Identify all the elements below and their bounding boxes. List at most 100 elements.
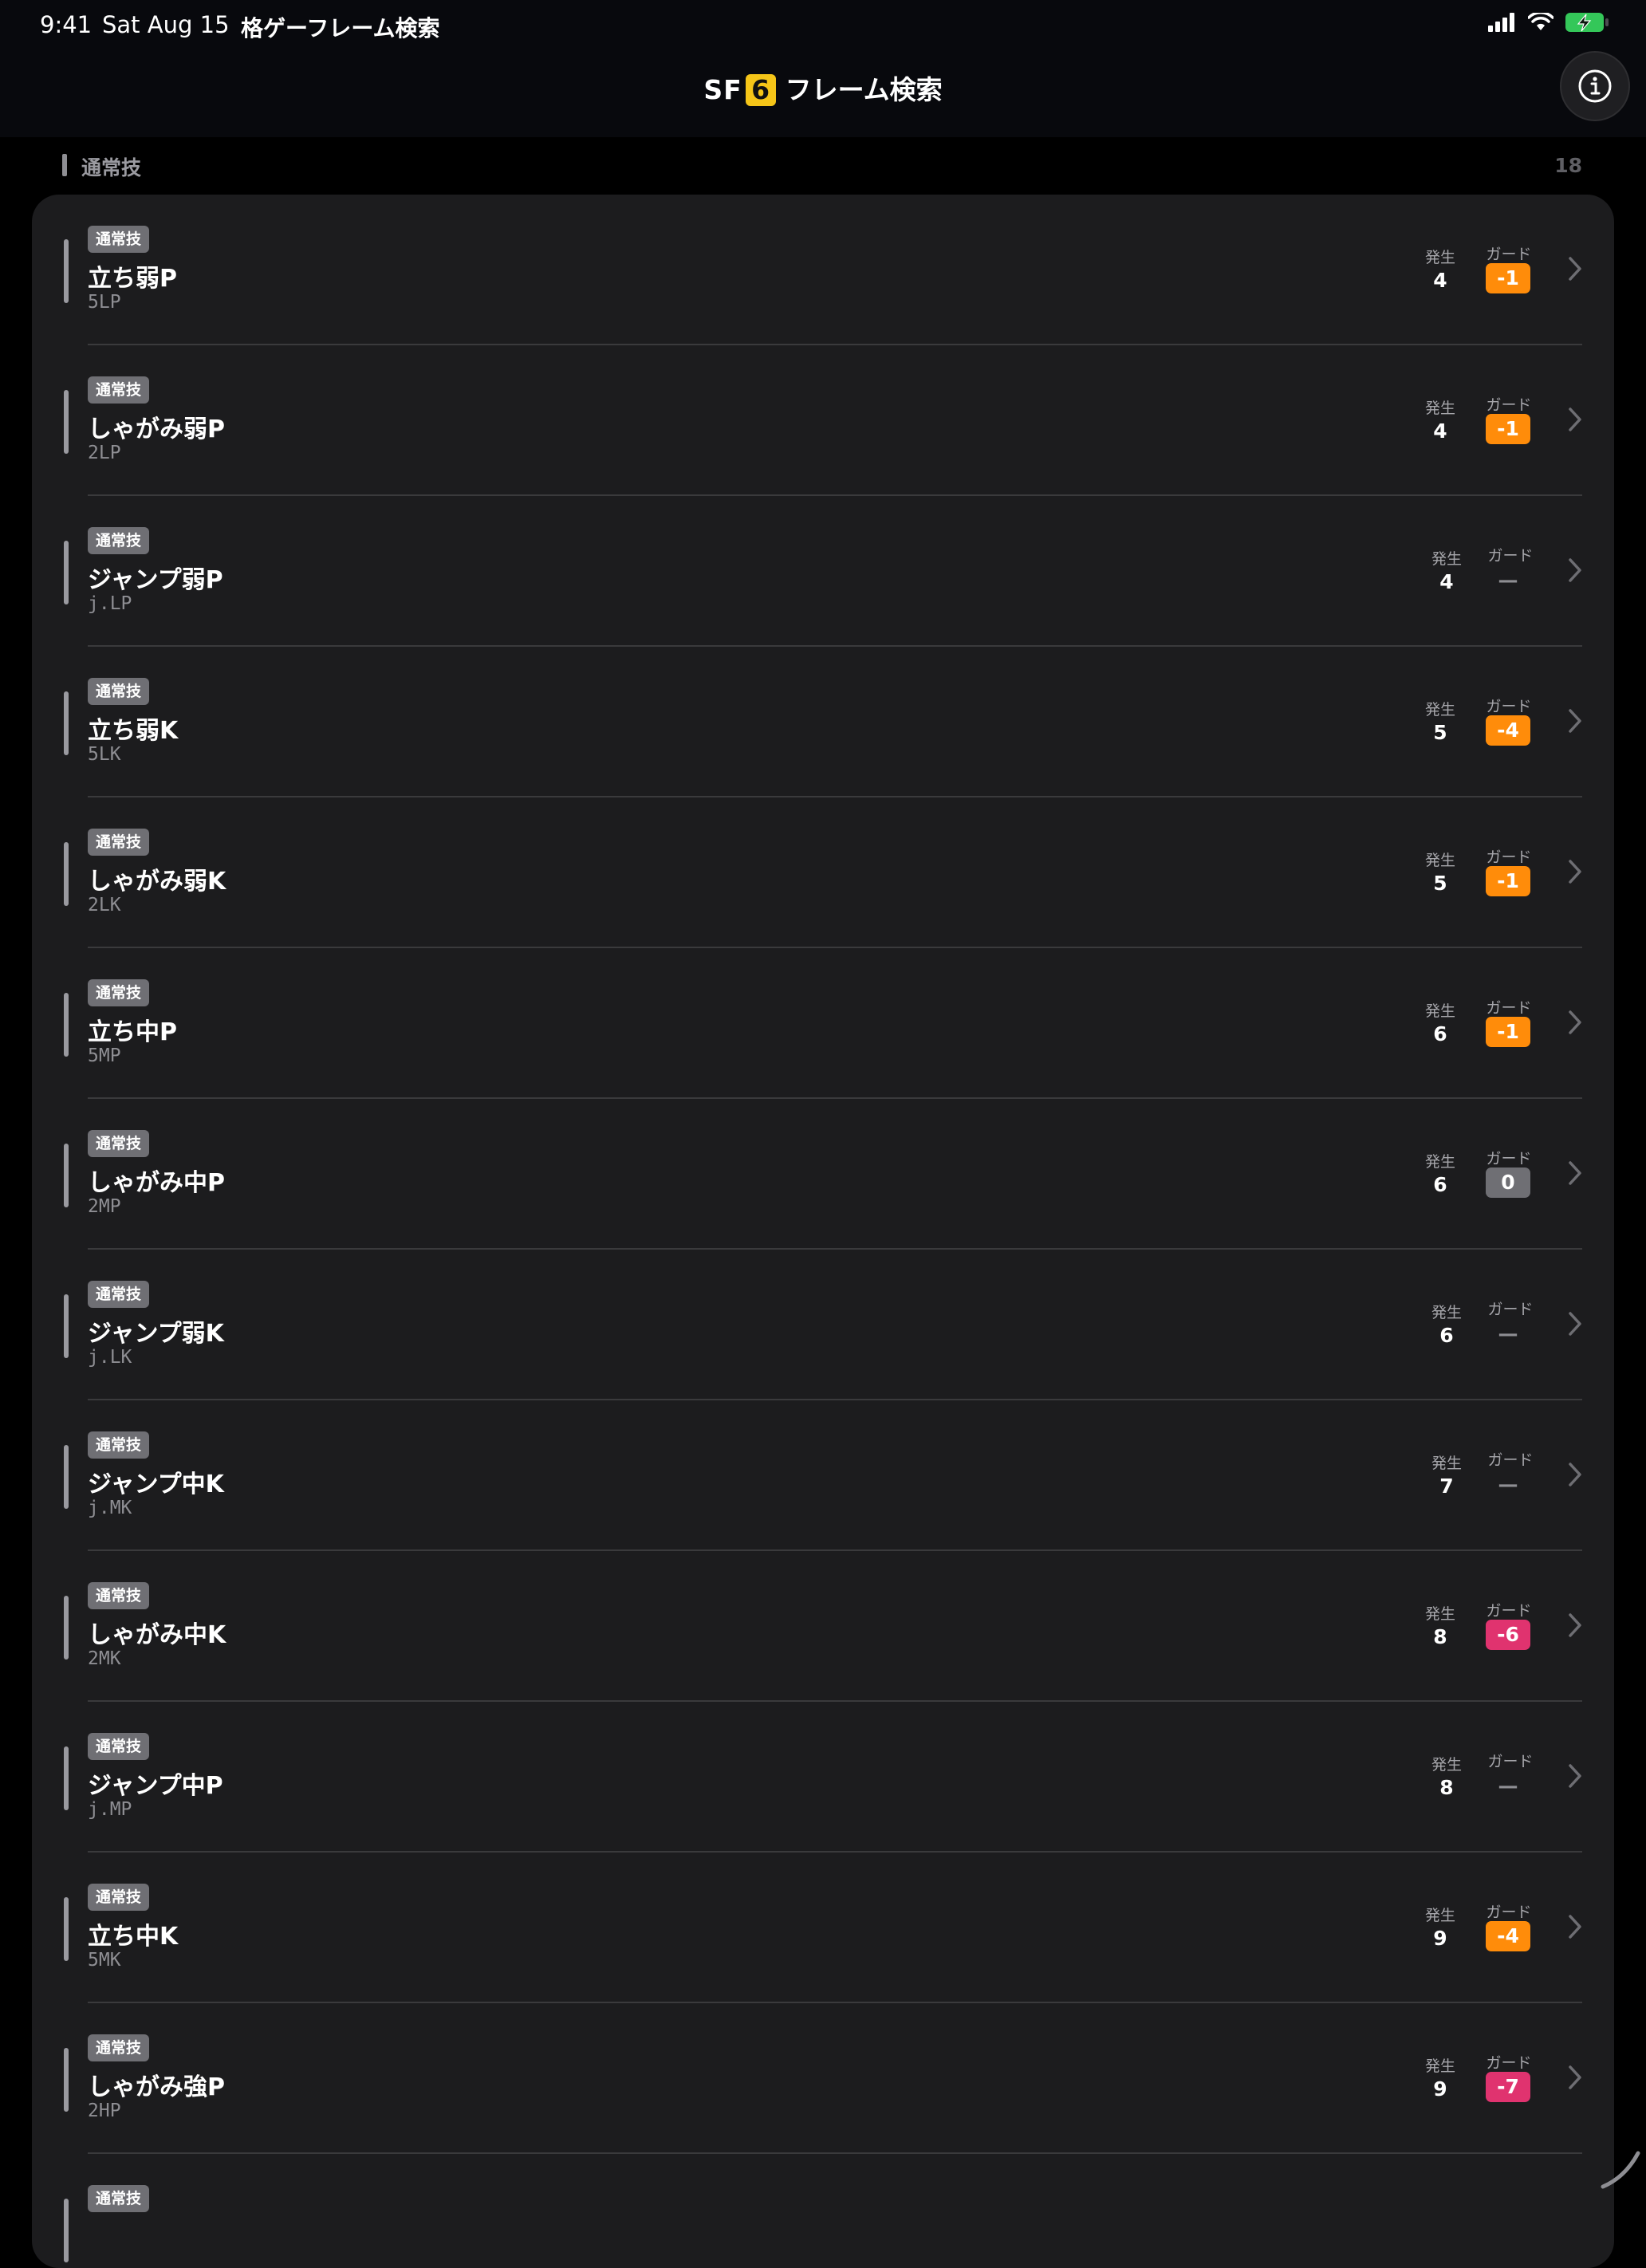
move-notation: 2HP <box>88 2101 121 2121</box>
startup-value: 6 <box>1439 1324 1454 1347</box>
move-row[interactable]: 通常技 ジャンプ弱P j.LP 発生 4 ガード — <box>32 496 1614 647</box>
startup-value: 4 <box>1433 419 1447 443</box>
battery-charging-icon <box>1565 13 1609 32</box>
section-count: 18 <box>1554 154 1582 177</box>
move-notation: j.MP <box>88 1799 132 1820</box>
move-notation: 2MK <box>88 1648 121 1669</box>
move-row[interactable]: 通常技 ジャンプ弱K j.LK 発生 6 ガード — <box>32 1250 1614 1400</box>
chevron-right-icon <box>1569 1161 1581 1185</box>
move-notation: j.LK <box>88 1347 132 1368</box>
page-title: SF 6 フレーム検索 <box>0 69 1646 107</box>
move-notation: 2LP <box>88 443 121 463</box>
guard-value-badge: -1 <box>1486 414 1530 444</box>
move-row[interactable]: 通常技 しゃがみ強P 2HP 発生 9 ガード -7 <box>32 2003 1614 2154</box>
startup-label: 発生 <box>1431 1756 1462 1774</box>
move-row[interactable]: 通常技 立ち弱P 5LP 発生 4 ガード -1 <box>32 195 1614 345</box>
startup-value: 5 <box>1433 721 1447 744</box>
move-name: 立ち中P <box>88 1018 177 1046</box>
guard-label: ガード <box>1486 1150 1532 1167</box>
startup-label: 発生 <box>1424 1002 1455 1020</box>
guard-value-badge: -1 <box>1486 263 1530 293</box>
move-row[interactable]: 通常技 立ち弱K 5LK 発生 5 ガード -4 <box>32 647 1614 797</box>
move-row[interactable]: 通常技発生ガード <box>32 2154 1614 2268</box>
startup-label: 発生 <box>1424 1907 1455 1924</box>
category-badge: 通常技 <box>88 1733 150 1760</box>
startup-label: 発生 <box>1424 701 1455 719</box>
move-notation: 5MK <box>88 1950 121 1971</box>
category-badge: 通常技 <box>88 1130 150 1157</box>
row-accent-bar <box>64 1897 69 1961</box>
move-name: 立ち弱K <box>88 717 179 745</box>
move-row[interactable]: 通常技 しゃがみ弱P 2LP 発生 4 ガード -1 <box>32 345 1614 496</box>
category-badge: 通常技 <box>88 1884 150 1911</box>
category-badge: 通常技 <box>88 527 150 554</box>
navigation-bar: SF 6 フレーム検索 <box>0 51 1646 137</box>
row-accent-bar <box>64 691 69 755</box>
category-badge: 通常技 <box>88 979 150 1006</box>
category-badge: 通常技 <box>88 2185 150 2212</box>
startup-value: 6 <box>1433 1022 1447 1045</box>
move-row[interactable]: 通常技 ジャンプ中K j.MK 発生 7 ガード — <box>32 1400 1614 1551</box>
startup-label: 発生 <box>1424 2057 1455 2075</box>
row-accent-bar <box>64 390 69 454</box>
cellular-signal-icon <box>1488 13 1514 32</box>
row-accent-bar <box>64 239 69 303</box>
startup-value: 9 <box>1433 2077 1447 2101</box>
section-title: 通常技 <box>81 156 142 179</box>
chevron-right-icon <box>1569 1613 1581 1637</box>
info-button[interactable] <box>1560 51 1630 121</box>
category-badge: 通常技 <box>88 1281 150 1308</box>
guard-label: ガード <box>1486 849 1532 866</box>
move-row[interactable]: 通常技 立ち中P 5MP 発生 6 ガード -1 <box>32 948 1614 1099</box>
move-row[interactable]: 通常技 しゃがみ中P 2MP 発生 6 ガード 0 <box>32 1099 1614 1250</box>
move-name: ジャンプ中P <box>88 1772 223 1800</box>
guard-label: ガード <box>1486 1602 1532 1620</box>
guard-value-badge: -6 <box>1486 1620 1530 1650</box>
wifi-icon <box>1528 13 1553 30</box>
row-accent-bar <box>64 1144 69 1207</box>
move-row[interactable]: 通常技 しゃがみ中K 2MK 発生 8 ガード -6 <box>32 1551 1614 1702</box>
chevron-right-icon <box>1569 1463 1581 1486</box>
chevron-right-icon <box>1569 1764 1581 1788</box>
move-row[interactable]: 通常技 しゃがみ弱K 2LK 発生 5 ガード -1 <box>32 797 1614 948</box>
logo-six-badge: 6 <box>745 74 776 106</box>
category-badge: 通常技 <box>88 1582 150 1609</box>
move-name: しゃがみ中P <box>88 1169 225 1197</box>
chevron-right-icon <box>1569 860 1581 884</box>
guard-value-badge: -7 <box>1486 2072 1530 2102</box>
status-time: 9:41 <box>40 11 93 38</box>
startup-label: 発生 <box>1424 1153 1455 1171</box>
status-date: Sat Aug 15 <box>102 11 230 38</box>
guard-label: ガード <box>1486 1904 1532 1921</box>
move-name: しゃがみ弱K <box>88 868 226 896</box>
move-name: しゃがみ中K <box>88 1621 226 1649</box>
guard-value-badge: -1 <box>1486 866 1530 896</box>
scroll-indicator <box>1601 2151 1640 2189</box>
section-header: 通常技 18 <box>62 152 1582 179</box>
startup-value: 8 <box>1433 1625 1447 1648</box>
row-accent-bar <box>64 1294 69 1358</box>
row-accent-bar <box>64 2199 69 2262</box>
startup-value: 7 <box>1439 1475 1454 1498</box>
startup-label: 発生 <box>1431 1455 1462 1472</box>
category-badge: 通常技 <box>88 829 150 856</box>
row-accent-bar <box>64 541 69 604</box>
row-accent-bar <box>64 1596 69 1660</box>
startup-value: 6 <box>1433 1173 1447 1196</box>
guard-value-badge: -4 <box>1486 1921 1530 1951</box>
move-row[interactable]: 通常技 立ち中K 5MK 発生 9 ガード -4 <box>32 1853 1614 2003</box>
chevron-right-icon <box>1569 408 1581 431</box>
guard-label: ガード <box>1487 1301 1534 1318</box>
move-row[interactable]: 通常技 ジャンプ中P j.MP 発生 8 ガード — <box>32 1702 1614 1853</box>
startup-value: 5 <box>1433 872 1447 895</box>
guard-label: ガード <box>1486 698 1532 715</box>
move-name: しゃがみ強P <box>88 2073 225 2101</box>
row-accent-bar <box>64 1746 69 1810</box>
startup-label: 発生 <box>1424 852 1455 869</box>
move-name: 立ち弱P <box>88 265 177 293</box>
startup-value: 8 <box>1439 1776 1454 1799</box>
guard-label: ガード <box>1487 547 1534 565</box>
info-icon <box>1578 69 1612 103</box>
row-accent-bar <box>64 993 69 1057</box>
startup-value: 4 <box>1433 269 1447 292</box>
